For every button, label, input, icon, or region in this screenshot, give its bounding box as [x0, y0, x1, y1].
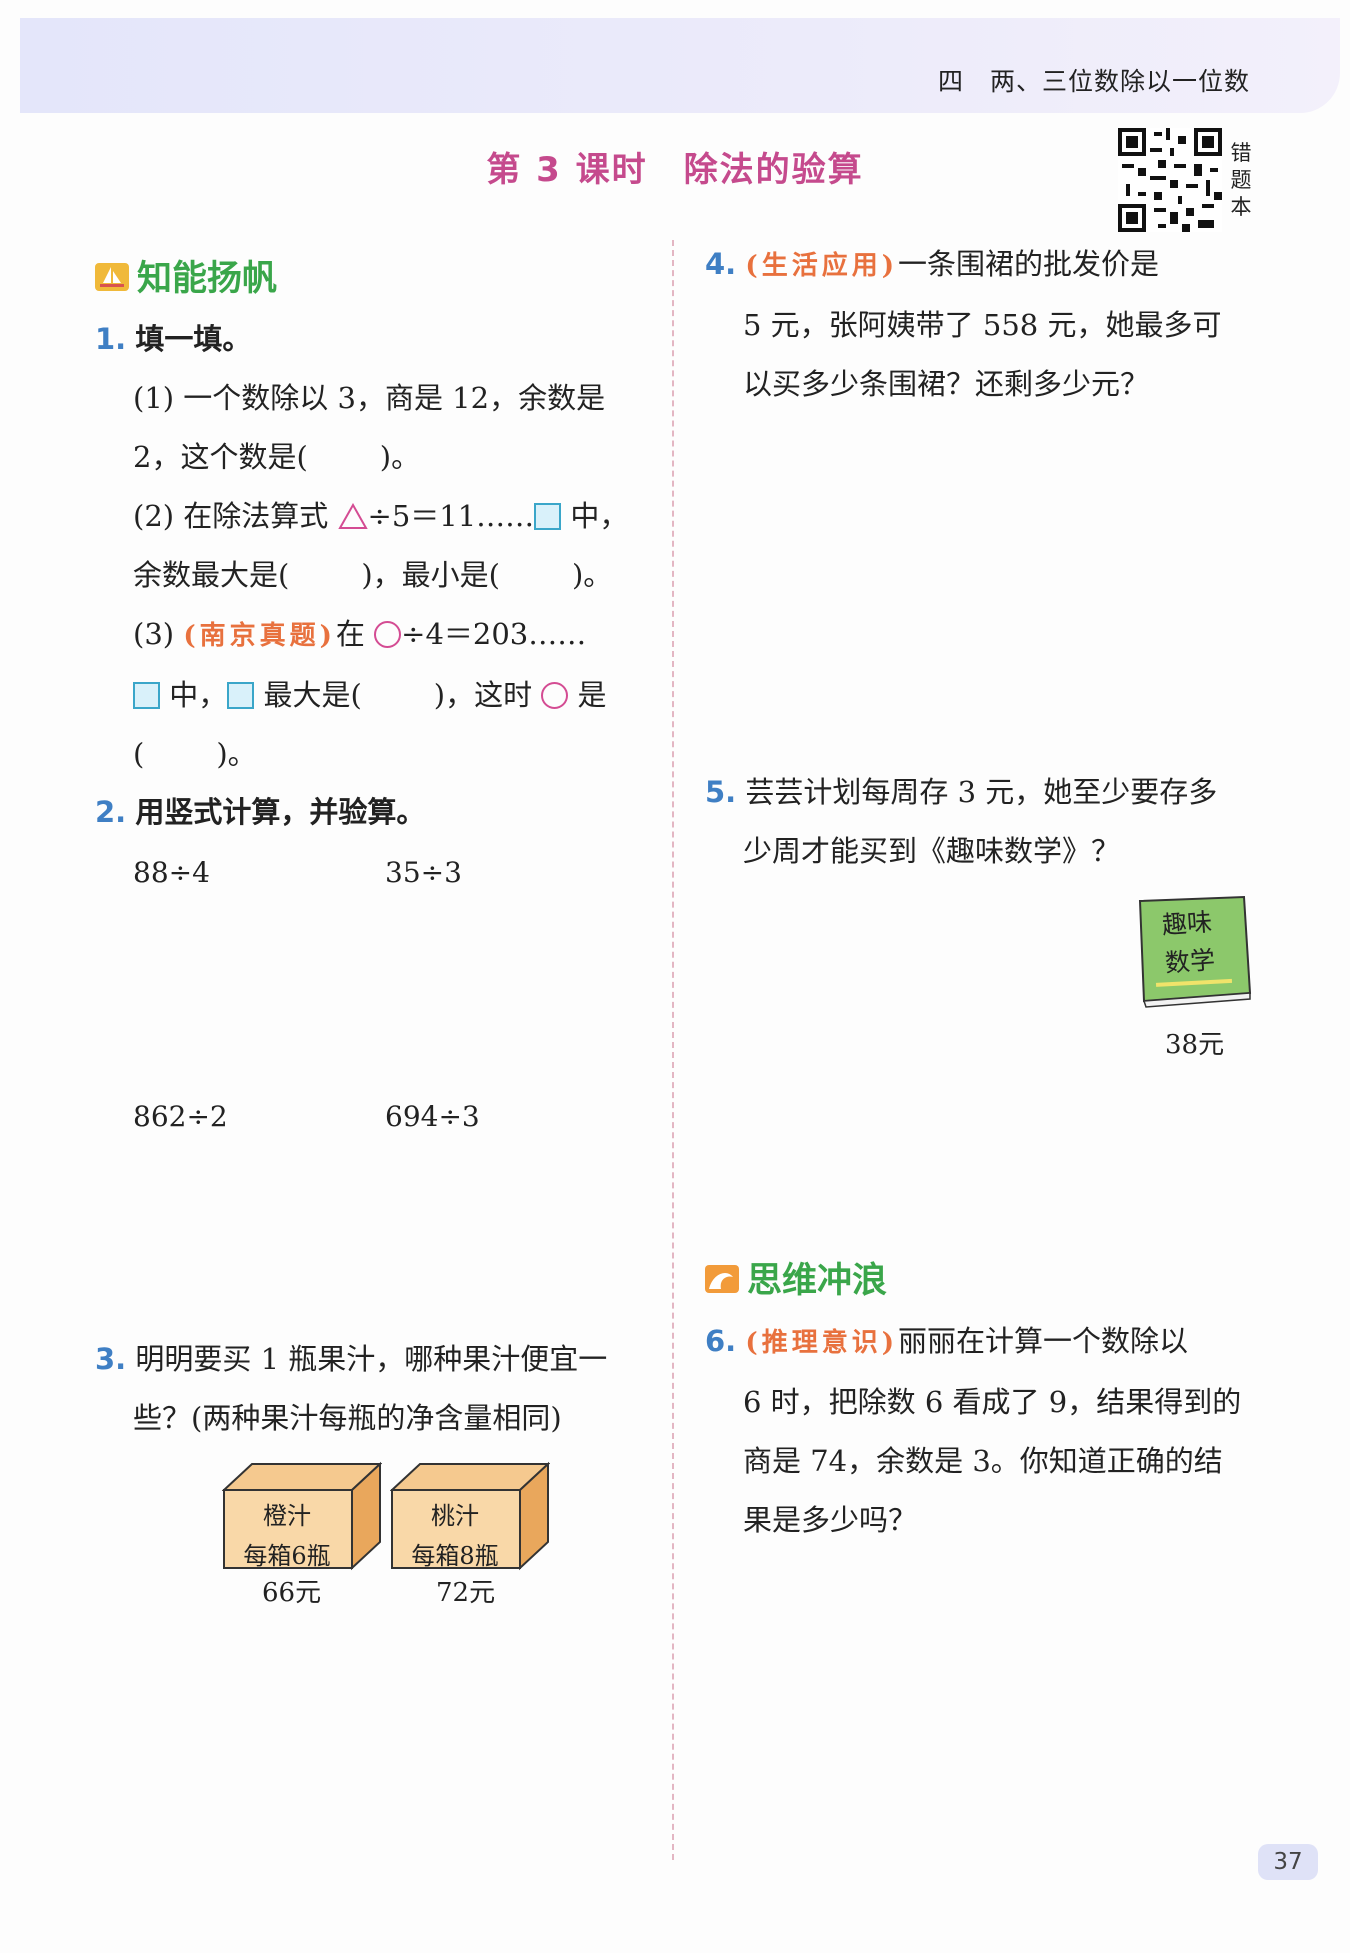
question-6: 6. (推理意识)丽丽在计算一个数除以 6 时，把除数 6 看成了 9，结果得到…: [705, 1312, 1275, 1550]
question-4: 4. (生活应用)一条围裙的批发价是 5 元，张阿姨带了 558 元，她最多可 …: [705, 235, 1275, 414]
column-divider: [672, 240, 674, 1860]
unit-title: 四 两、三位数除以一位数: [937, 67, 1250, 96]
q1-part1-line2: 2，这个数是()。: [133, 440, 421, 474]
book-price: 38元: [1165, 1030, 1225, 1060]
section-title-right-text: 思维冲浪: [747, 1261, 888, 1301]
q5-number: 5.: [705, 775, 737, 809]
q2-number: 2.: [95, 795, 127, 829]
book-title-2: 数学: [1164, 945, 1216, 978]
section-title-right: 思维冲浪: [705, 1252, 887, 1303]
q5-line1: 芸芸计划每周存 3 元，她至少要存多: [745, 775, 1218, 809]
calc-item: 862÷2: [133, 1100, 228, 1133]
triangle-icon: [337, 503, 368, 529]
q6-line2: 6 时，把除数 6 看成了 9，结果得到的: [743, 1385, 1242, 1419]
section-title-left-text: 知能扬帆: [137, 259, 278, 299]
box2-price: 72元: [436, 1578, 496, 1608]
q3-number: 3.: [95, 1342, 127, 1376]
q4-number: 4.: [705, 247, 737, 281]
section-title-left: 知能扬帆: [95, 250, 277, 301]
q1-number: 1.: [95, 322, 127, 356]
box1-price: 66元: [262, 1578, 322, 1608]
q3-line2: 些？(两种果汁每瓶的净含量相同): [133, 1401, 562, 1435]
book-title-1: 趣味: [1161, 907, 1213, 940]
calc-item: 694÷3: [385, 1100, 480, 1133]
q1-title: 填一填。: [135, 322, 252, 356]
circle-icon: [374, 621, 402, 648]
q1-tag: (南京真题): [183, 621, 336, 651]
q6-line3: 商是 74，余数是 3。你知道正确的结: [743, 1444, 1223, 1478]
question-2: 2. 用竖式计算，并验算。: [95, 783, 655, 842]
q6-tag: (推理意识): [745, 1328, 899, 1358]
page-number: 37: [1258, 1844, 1318, 1880]
circle-icon: [541, 682, 569, 709]
square-icon: [133, 682, 160, 709]
square-icon: [227, 682, 255, 709]
box1-desc: 每箱6瓶: [243, 1542, 331, 1570]
q5-line2: 少周才能买到《趣味数学》？: [743, 834, 1121, 868]
box2-desc: 每箱8瓶: [411, 1542, 499, 1570]
q1-part1-line1: (1) 一个数除以 3，商是 12，余数是: [133, 381, 606, 415]
qr-label: 错题本: [1230, 141, 1252, 219]
q3-line1: 明明要买 1 瓶果汁，哪种果汁便宜一: [135, 1342, 608, 1376]
calc-item: 35÷3: [385, 856, 462, 889]
question-5: 5. 芸芸计划每周存 3 元，她至少要存多 少周才能买到《趣味数学》？: [705, 763, 1275, 881]
q4-line2: 5 元，张阿姨带了 558 元，她最多可: [743, 308, 1222, 342]
square-icon: [534, 503, 562, 530]
q4-line1: 一条围裙的批发价是: [898, 247, 1160, 281]
q1-part3-line2: 中， 最大是()，这时 是: [133, 666, 655, 725]
qr-code-icon[interactable]: [1118, 128, 1222, 232]
q1-part3-line1: (3) (南京真题)在 ÷4＝203……: [133, 617, 587, 651]
q6-line4: 果是多少吗？: [743, 1503, 918, 1537]
calc-item: 88÷4: [133, 856, 210, 889]
q2-title: 用竖式计算，并验算。: [135, 795, 426, 829]
sailboat-icon: [95, 262, 129, 291]
q6-number: 6.: [705, 1324, 737, 1358]
q4-line3: 以买多少条围裙？还剩多少元？: [743, 367, 1150, 401]
box1-name: 橙汁: [263, 1502, 311, 1530]
q1-part2-line1: (2) 在除法算式 ÷5＝11…… 中，: [133, 499, 629, 533]
q1-part3-line3: ()。: [133, 737, 257, 771]
q6-line1: 丽丽在计算一个数除以: [898, 1324, 1189, 1358]
box2-name: 桃汁: [431, 1502, 479, 1530]
q4-tag: (生活应用): [745, 251, 899, 281]
question-1: 1. 填一填。 (1) 一个数除以 3，商是 12，余数是 2，这个数是()。 …: [95, 310, 655, 784]
q1-part2-line2: 余数最大是()，最小是()。: [133, 558, 613, 592]
question-3: 3. 明明要买 1 瓶果汁，哪种果汁便宜一 些？(两种果汁每瓶的净含量相同): [95, 1330, 655, 1448]
wave-icon: [705, 1264, 739, 1293]
